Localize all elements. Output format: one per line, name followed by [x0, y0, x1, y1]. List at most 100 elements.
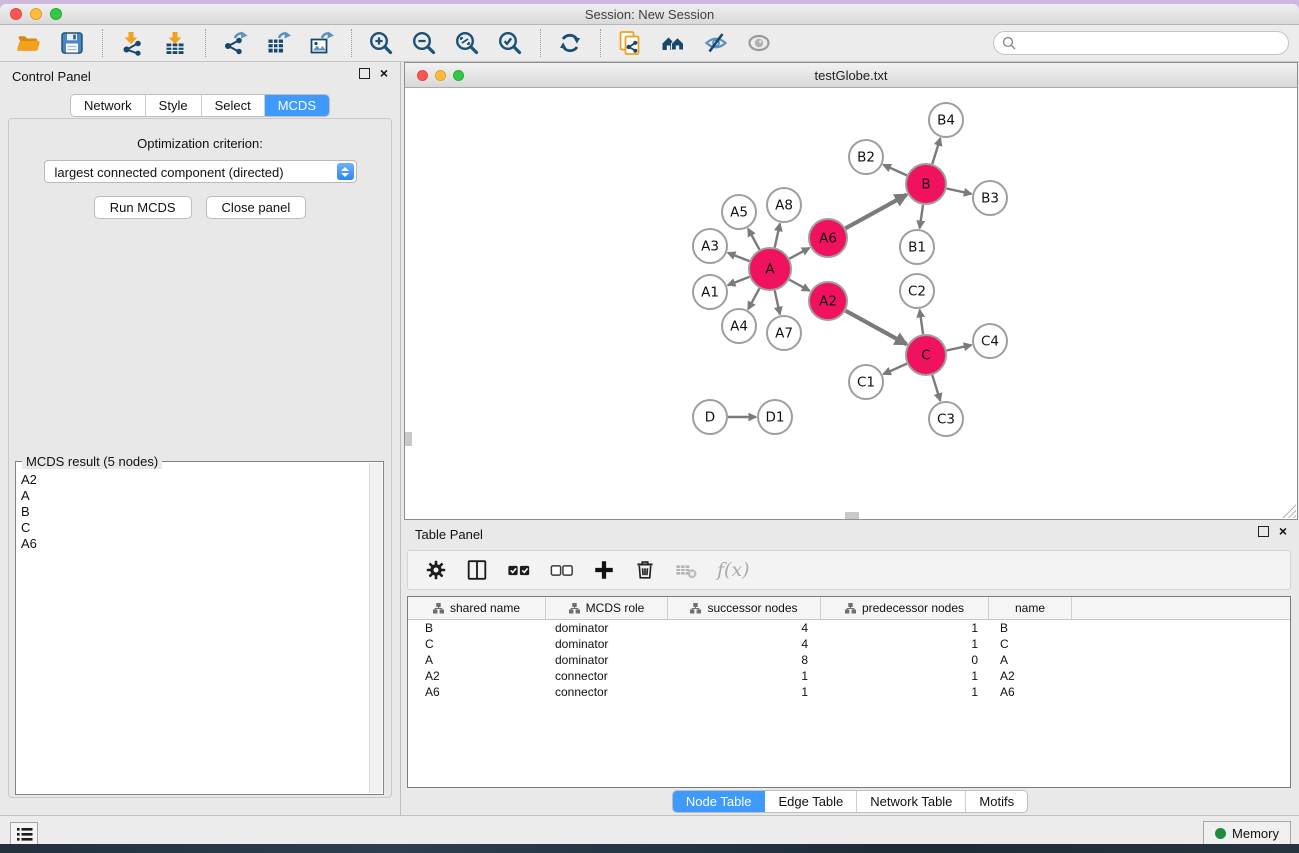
new-network-from-selection-button[interactable] — [613, 28, 647, 58]
network-vscroll-thumb[interactable] — [405, 432, 412, 446]
search-input[interactable] — [1022, 36, 1272, 51]
run-mcds-button[interactable]: Run MCDS — [94, 196, 192, 219]
graph-node-C3[interactable]: C3 — [929, 402, 963, 436]
save-session-button[interactable] — [55, 28, 89, 58]
refresh-button[interactable] — [553, 28, 587, 58]
tab-style[interactable]: Style — [146, 95, 202, 116]
graph-node-A4[interactable]: A4 — [722, 309, 756, 343]
graph-edge-C-C3[interactable] — [932, 375, 940, 401]
mcds-result-item[interactable]: A — [17, 488, 369, 504]
network-resize-grip[interactable] — [1282, 504, 1296, 518]
graph-edge-A-A4[interactable] — [748, 288, 759, 309]
graph-node-B2[interactable]: B2 — [849, 140, 883, 174]
graph-edge-A6-B[interactable] — [846, 195, 907, 229]
graph-edge-A-A5[interactable] — [748, 229, 759, 250]
column-header-mcds-role[interactable]: MCDS role — [546, 597, 668, 619]
tab-node-table[interactable]: Node Table — [673, 791, 766, 812]
zoom-out-button[interactable] — [407, 28, 441, 58]
graph-node-B3[interactable]: B3 — [973, 181, 1007, 215]
graph-edge-B-B3[interactable] — [947, 188, 972, 193]
graph-node-D[interactable]: D — [693, 400, 727, 434]
first-neighbors-button[interactable] — [656, 28, 690, 58]
column-header-predecessor-nodes[interactable]: predecessor nodes — [821, 597, 989, 619]
close-table-panel-icon[interactable]: × — [1279, 526, 1287, 537]
column-header-successor-nodes[interactable]: successor nodes — [668, 597, 821, 619]
network-hscroll-thumb[interactable] — [845, 512, 859, 519]
export-table-button[interactable] — [261, 28, 295, 58]
table-row[interactable]: Adominator80A — [408, 652, 1290, 668]
graph-node-C2[interactable]: C2 — [900, 274, 934, 308]
mcds-result-item[interactable]: C — [17, 520, 369, 536]
graph-edge-A2-C[interactable] — [846, 311, 907, 345]
graph-node-C1[interactable]: C1 — [849, 365, 883, 399]
table-columns-button[interactable] — [465, 558, 489, 582]
zoom-in-button[interactable] — [364, 28, 398, 58]
import-table-button[interactable] — [158, 28, 192, 58]
graph-node-D1[interactable]: D1 — [758, 400, 792, 434]
graph-edge-A-A3[interactable] — [728, 253, 750, 261]
table-settings-button[interactable] — [424, 558, 448, 582]
graph-edge-C-C4[interactable] — [947, 345, 972, 350]
tab-network[interactable]: Network — [71, 95, 146, 116]
table-row[interactable]: A6connector11A6 — [408, 684, 1290, 700]
tab-select[interactable]: Select — [202, 95, 265, 116]
graph-node-C4[interactable]: C4 — [973, 324, 1007, 358]
float-table-panel-icon[interactable] — [1258, 526, 1269, 537]
graph-edge-A-A1[interactable] — [728, 277, 750, 285]
graph-edge-B-B1[interactable] — [920, 205, 923, 228]
graph-node-C[interactable]: C — [906, 335, 946, 375]
column-header-shared-name[interactable]: shared name — [408, 597, 546, 619]
task-history-button[interactable] — [10, 822, 38, 846]
deselect-all-rows-button[interactable] — [549, 558, 575, 582]
close-panel-button[interactable]: Close panel — [206, 196, 307, 219]
memory-button[interactable]: Memory — [1203, 821, 1291, 846]
add-column-button[interactable] — [592, 558, 616, 582]
mcds-result-item[interactable]: B — [17, 504, 369, 520]
zoom-fit-button[interactable] — [450, 28, 484, 58]
tab-network-table[interactable]: Network Table — [857, 791, 966, 812]
table-row[interactable]: Bdominator41B — [408, 620, 1290, 636]
graph-node-A8[interactable]: A8 — [767, 188, 801, 222]
select-all-rows-button[interactable] — [506, 558, 532, 582]
graph-edge-B-B4[interactable] — [932, 138, 940, 164]
tab-edge-table[interactable]: Edge Table — [765, 791, 857, 812]
open-file-button[interactable] — [12, 28, 46, 58]
graph-edge-A-A7[interactable] — [775, 290, 780, 314]
delete-column-button[interactable] — [633, 558, 657, 582]
show-all-button[interactable] — [742, 28, 776, 58]
tab-mcds[interactable]: MCDS — [265, 95, 329, 116]
column-header-name[interactable]: name — [989, 597, 1072, 619]
graph-edge-C-C2[interactable] — [920, 310, 923, 334]
search-field[interactable] — [993, 31, 1289, 55]
network-window-titlebar[interactable]: testGlobe.txt — [405, 63, 1297, 88]
graph-node-A7[interactable]: A7 — [767, 316, 801, 350]
zoom-selected-button[interactable] — [493, 28, 527, 58]
close-panel-icon[interactable]: × — [380, 68, 388, 79]
mcds-list-scrollbar[interactable] — [369, 463, 382, 793]
graph-edge-A-A8[interactable] — [775, 224, 780, 248]
graph-edge-B-B2[interactable] — [883, 165, 907, 176]
graph-edge-A-A2[interactable] — [789, 280, 809, 291]
criterion-select[interactable]: largest connected component (directed) — [44, 160, 357, 183]
network-canvas[interactable]: A A1 A2 A3 A4 A5 A6 A7 A8 B B1 B2 B3 B4 C C1 C2 C3 C4 D D1 — [405, 88, 1297, 519]
tab-motifs[interactable]: Motifs — [966, 791, 1027, 812]
export-image-button[interactable] — [304, 28, 338, 58]
delete-table-button[interactable] — [674, 558, 700, 582]
graph-edge-A-A6[interactable] — [789, 248, 809, 259]
graph-node-A1[interactable]: A1 — [693, 275, 727, 309]
graph-node-B[interactable]: B — [906, 164, 946, 204]
table-row[interactable]: A2connector11A2 — [408, 668, 1290, 684]
graph-node-B4[interactable]: B4 — [929, 103, 963, 137]
mcds-result-item[interactable]: A6 — [17, 536, 369, 552]
float-panel-icon[interactable] — [359, 68, 370, 79]
graph-node-A5[interactable]: A5 — [722, 195, 756, 229]
graph-node-A2[interactable]: A2 — [809, 282, 847, 320]
table-row[interactable]: Cdominator41C — [408, 636, 1290, 652]
function-builder-button[interactable]: f(x) — [717, 559, 750, 581]
graph-node-B1[interactable]: B1 — [900, 230, 934, 264]
graph-node-A[interactable]: A — [749, 248, 791, 290]
hide-selected-button[interactable] — [699, 28, 733, 58]
graph-node-A6[interactable]: A6 — [809, 219, 847, 257]
graph-node-A3[interactable]: A3 — [693, 229, 727, 263]
import-network-button[interactable] — [115, 28, 149, 58]
